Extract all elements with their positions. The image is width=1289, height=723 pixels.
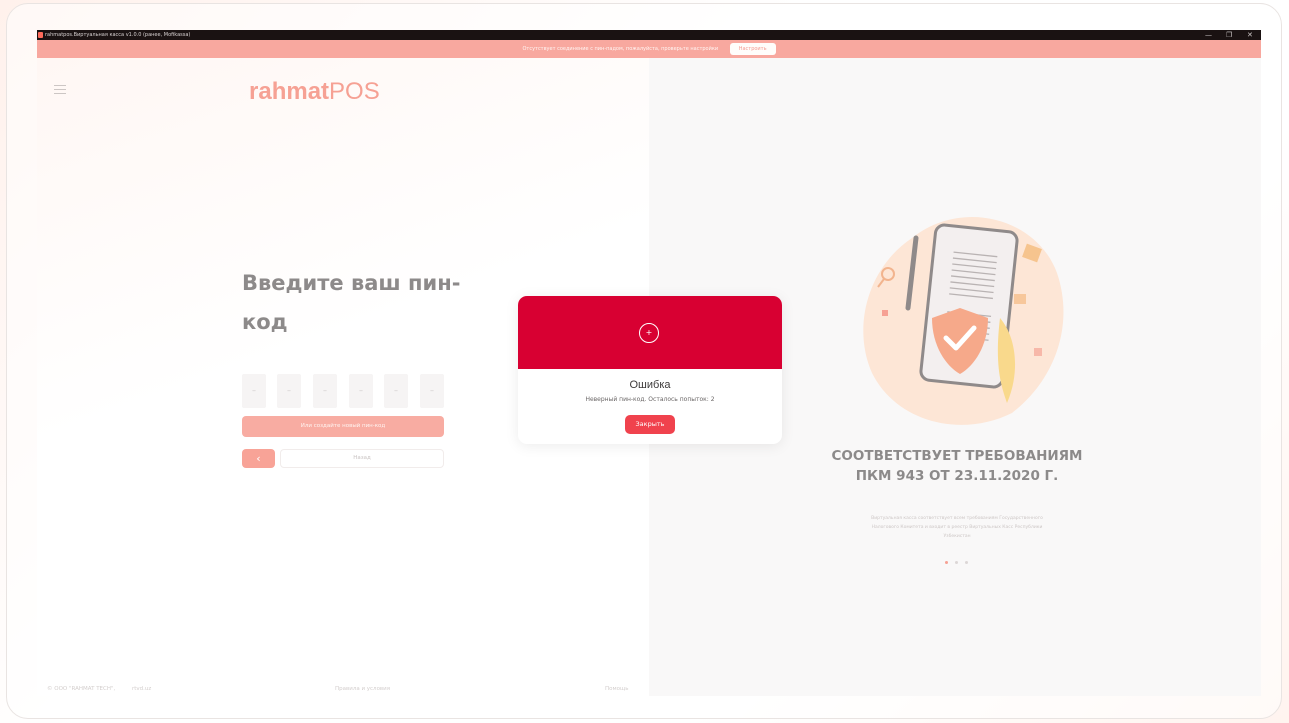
carousel-dot-3[interactable] bbox=[965, 561, 968, 564]
footer-help-link[interactable]: Помощь bbox=[605, 686, 628, 692]
pin-digit-6[interactable]: – bbox=[420, 374, 444, 408]
footer-copyright: © ООО "RAHMAT TECH", bbox=[47, 686, 116, 692]
maximize-icon[interactable]: ❐ bbox=[1226, 30, 1232, 40]
error-dialog-header: + bbox=[518, 296, 782, 369]
logo-light-text: POS bbox=[329, 78, 380, 105]
footer-terms-link[interactable]: Правила и условия bbox=[335, 686, 390, 692]
close-window-icon[interactable]: ✕ bbox=[1247, 30, 1253, 40]
create-pin-button[interactable]: Или создайте новый пин-код bbox=[242, 416, 444, 437]
pin-digit-1[interactable]: – bbox=[242, 374, 266, 408]
pin-title: Введите ваш пин-код bbox=[242, 271, 461, 334]
window-title: rahmatpos.Виртуальная касса v1.0.0 (ране… bbox=[45, 32, 191, 38]
compliance-illustration bbox=[863, 216, 1064, 425]
pin-digit-3[interactable]: – bbox=[313, 374, 337, 408]
pin-digit-4[interactable]: – bbox=[349, 374, 373, 408]
notification-message: Отсутствует соединение с пин-падом, пожа… bbox=[522, 46, 719, 52]
title-bar: rahmatpos.Виртуальная касса v1.0.0 (ране… bbox=[37, 30, 1261, 40]
back-arrow-button[interactable]: ‹ bbox=[242, 449, 275, 468]
close-dialog-button[interactable]: Закрыть bbox=[625, 415, 675, 434]
footer-site-link[interactable]: rtvd.uz bbox=[132, 686, 151, 692]
error-dialog: + Ошибка Неверный пин-код. Осталось попы… bbox=[518, 296, 782, 444]
minimize-icon[interactable]: — bbox=[1205, 30, 1212, 40]
pin-digit-2[interactable]: – bbox=[277, 374, 301, 408]
pin-digit-5[interactable]: – bbox=[384, 374, 408, 408]
logo-bold-text: rahmat bbox=[249, 78, 330, 105]
app-icon bbox=[38, 32, 43, 38]
compliance-description: Виртуальная касса соответствует всем тре… bbox=[871, 516, 1043, 539]
compliance-title: СООТВЕТСТВУЕТ ТРЕБОВАНИЯМ ПКМ 943 ОТ 23.… bbox=[831, 448, 1083, 484]
carousel-dot-2[interactable] bbox=[955, 561, 958, 564]
logo: rahmatPOS bbox=[249, 78, 380, 106]
error-dialog-message: Неверный пин-код. Осталось попыток: 2 bbox=[585, 396, 715, 403]
hamburger-menu-icon[interactable] bbox=[54, 85, 66, 94]
error-dialog-title: Ошибка bbox=[629, 379, 671, 391]
carousel-dot-1[interactable] bbox=[945, 561, 948, 564]
error-icon: + bbox=[639, 323, 659, 343]
setup-button[interactable]: Настроить bbox=[729, 43, 776, 55]
back-button[interactable]: Назад bbox=[280, 449, 444, 468]
notification-bar: Отсутствует соединение с пин-падом, пожа… bbox=[37, 40, 1261, 58]
